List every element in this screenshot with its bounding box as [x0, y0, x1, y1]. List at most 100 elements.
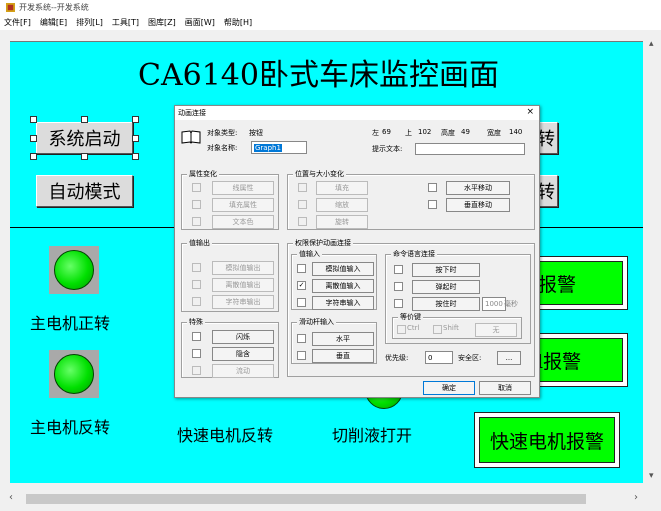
ok-button[interactable]: 确定 — [423, 381, 475, 395]
menu-tools[interactable]: 工具[T] — [112, 17, 139, 28]
vertical-scrollbar[interactable]: ▴ ▾ — [645, 31, 661, 488]
fill-button[interactable]: 填充 — [316, 181, 368, 195]
menu-screen[interactable]: 画面[W] — [185, 17, 215, 28]
left-value: 69 — [382, 128, 391, 136]
top-value: 102 — [418, 128, 432, 136]
slider-h-checkbox[interactable] — [297, 334, 306, 343]
scroll-left-icon[interactable]: ‹ — [9, 492, 13, 503]
cancel-button[interactable]: 取消 — [479, 381, 531, 395]
flow-checkbox[interactable] — [192, 366, 201, 375]
window-titlebar: 开发系统--开发系统 — [0, 0, 661, 14]
selection-handle[interactable] — [132, 116, 139, 123]
lamp-indicator — [365, 397, 403, 409]
on-press-checkbox[interactable] — [394, 265, 403, 274]
slider-v-button[interactable]: 垂直 — [312, 349, 374, 363]
system-start-button[interactable]: 系统启动 — [36, 122, 133, 154]
menu-edit[interactable]: 编辑[E] — [40, 17, 67, 28]
menu-bar: 文件[F] 编辑[E] 排列[L] 工具[T] 图库[Z] 画面[W] 帮助[H… — [0, 14, 661, 30]
scroll-right-icon[interactable]: › — [634, 492, 638, 503]
selection-handle[interactable] — [132, 135, 139, 142]
width-value: 140 — [509, 128, 523, 136]
hold-ms-input[interactable]: 1000 — [482, 297, 506, 311]
priority-input[interactable]: 0 — [425, 351, 453, 364]
menu-arrange[interactable]: 排列[L] — [76, 17, 103, 28]
move-h-button[interactable]: 水平移动 — [446, 181, 510, 195]
line-attr-checkbox[interactable] — [192, 183, 201, 192]
window-title: 开发系统--开发系统 — [19, 2, 89, 12]
fill-checkbox[interactable] — [298, 183, 307, 192]
string-output-checkbox[interactable] — [192, 297, 201, 306]
scroll-down-icon[interactable]: ▾ — [649, 471, 654, 481]
rotate-checkbox[interactable] — [298, 217, 307, 226]
scale-button[interactable]: 缩放 — [316, 198, 368, 212]
ctrl-checkbox[interactable] — [397, 325, 406, 334]
on-hold-checkbox[interactable] — [394, 299, 403, 308]
system-start-label: 系统启动 — [48, 129, 121, 150]
slider-v-checkbox[interactable] — [297, 351, 306, 360]
horizontal-scrollbar[interactable]: ‹ › — [0, 488, 661, 511]
shift-checkbox[interactable] — [433, 325, 442, 334]
selection-handle[interactable] — [30, 153, 37, 160]
close-icon[interactable]: × — [526, 107, 534, 117]
scroll-thumb[interactable] — [26, 494, 586, 504]
lamp-indicator — [54, 354, 94, 394]
on-press-button[interactable]: 按下时 — [412, 263, 480, 277]
command-group: 命令语言连接 按下时 弹起时 按住时 1000 毫秒 等价键 Ctrl Shif… — [385, 249, 531, 344]
scroll-up-icon[interactable]: ▴ — [649, 39, 654, 49]
flow-button[interactable]: 流动 — [212, 364, 274, 378]
left-label: 左 — [372, 129, 379, 137]
selection-handle[interactable] — [81, 153, 88, 160]
attribute-group: 属性变化 线属性 填充属性 文本色 — [181, 169, 279, 230]
auto-mode-button[interactable]: 自动模式 — [36, 175, 133, 207]
slider-h-button[interactable]: 水平 — [312, 332, 374, 346]
line-attr-button[interactable]: 线属性 — [212, 181, 274, 195]
dialog-title: 动画连接 — [178, 109, 206, 117]
menu-help[interactable]: 帮助[H] — [224, 17, 252, 28]
value-input-group-label: 值输入 — [297, 249, 322, 259]
forward-lamp-label: 主电机正转 — [30, 314, 111, 333]
analog-input-button[interactable]: 模拟值输入 — [312, 262, 374, 276]
command-group-label: 命令语言连接 — [391, 249, 437, 259]
discrete-output-checkbox[interactable] — [192, 280, 201, 289]
hidden-checkbox[interactable] — [192, 349, 201, 358]
lamp-indicator — [54, 250, 94, 290]
analog-output-button[interactable]: 模拟值输出 — [212, 261, 274, 275]
object-name-label: 对象名称: — [207, 144, 238, 152]
hint-input[interactable] — [415, 143, 525, 155]
animation-link-dialog: 动画连接 × 对象类型: 按钮 对象名称: Graph1 左 69 上 102 … — [174, 105, 540, 398]
analog-output-checkbox[interactable] — [192, 263, 201, 272]
string-output-button[interactable]: 字符串输出 — [212, 295, 274, 309]
string-input-button[interactable]: 字符串输入 — [312, 296, 374, 310]
blink-button[interactable]: 闪烁 — [212, 330, 274, 344]
special-group: 特殊 闪烁 隐含 流动 — [181, 317, 279, 378]
scale-checkbox[interactable] — [298, 200, 307, 209]
selection-handle[interactable] — [30, 135, 37, 142]
analog-input-checkbox[interactable] — [297, 264, 306, 273]
fill-attr-checkbox[interactable] — [192, 200, 201, 209]
selection-handle[interactable] — [81, 116, 88, 123]
on-hold-button[interactable]: 按住时 — [412, 297, 480, 311]
discrete-output-button[interactable]: 离散值输出 — [212, 278, 274, 292]
discrete-input-button[interactable]: 离散值输入 — [312, 279, 374, 293]
move-v-button[interactable]: 垂直移动 — [446, 198, 510, 212]
menu-library[interactable]: 图库[Z] — [148, 17, 176, 28]
fill-attr-button[interactable]: 填充属性 — [212, 198, 274, 212]
selection-handle[interactable] — [30, 116, 37, 123]
rotate-button[interactable]: 旋转 — [316, 215, 368, 229]
on-release-checkbox[interactable] — [394, 282, 403, 291]
move-h-checkbox[interactable] — [428, 183, 437, 192]
string-input-checkbox[interactable] — [297, 298, 306, 307]
menu-file[interactable]: 文件[F] — [4, 17, 31, 28]
move-v-checkbox[interactable] — [428, 200, 437, 209]
blink-checkbox[interactable] — [192, 332, 201, 341]
on-release-button[interactable]: 弹起时 — [412, 280, 480, 294]
text-color-checkbox[interactable] — [192, 217, 201, 226]
text-color-button[interactable]: 文本色 — [212, 215, 274, 229]
object-name-field[interactable]: Graph1 — [251, 141, 307, 154]
discrete-input-checkbox[interactable]: ✓ — [297, 281, 306, 290]
selection-handle[interactable] — [132, 153, 139, 160]
hidden-button[interactable]: 隐含 — [212, 347, 274, 361]
equiv-key-button[interactable]: 无 — [475, 323, 517, 337]
position-size-group-label: 位置与大小变化 — [293, 169, 346, 179]
security-button[interactable]: ... — [497, 351, 521, 365]
